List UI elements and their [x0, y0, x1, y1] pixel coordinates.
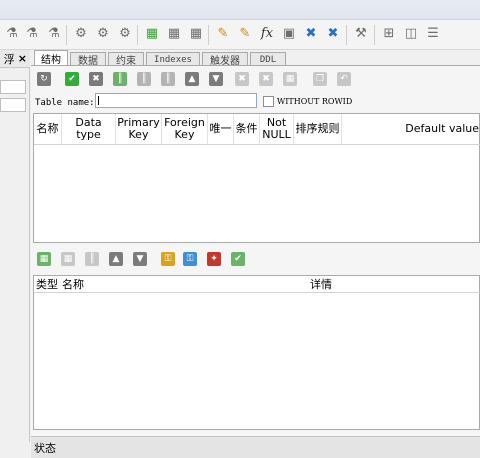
link-icon[interactable]: ⚗ [23, 25, 41, 43]
tab-indexes[interactable]: Indexes [146, 52, 200, 66]
status-bar: 状态 [31, 436, 480, 458]
table-name-input[interactable] [95, 93, 257, 108]
without-rowid-checkbox[interactable] [263, 96, 274, 107]
copy-icon[interactable]: ❐ [313, 72, 327, 86]
expand-icon[interactable]: ✖ [302, 25, 320, 43]
columns-grid[interactable]: 名称 Data type Primary Key Foreign Key 唯一 … [33, 113, 480, 243]
toolbar-separator [66, 25, 67, 45]
column-header[interactable]: Primary Key [116, 114, 162, 144]
edit-constraint-icon[interactable]: ▦ [61, 252, 75, 266]
left-panel-field[interactable] [0, 98, 26, 112]
gear-icon[interactable]: ⚙ [94, 25, 112, 43]
column-header[interactable]: 排序规则 [294, 114, 342, 144]
link-icon[interactable]: ⚗ [3, 25, 21, 43]
grid-icon[interactable]: ☰ [424, 25, 442, 43]
gear-icon[interactable]: ⚙ [72, 25, 90, 43]
delete-column-icon[interactable]: ║ [161, 72, 175, 86]
text-caret [98, 96, 99, 105]
table-editor: 结构 数据 约束 Indexes 触发器 DDL ↻ ✔ ✖ ║ ║ ║ ▲ ▼… [31, 50, 480, 458]
commit-icon[interactable]: ✔ [65, 72, 79, 86]
refresh-icon[interactable]: ↻ [37, 72, 51, 86]
function-icon[interactable]: fx [258, 25, 276, 43]
column-header[interactable]: Not NULL [260, 114, 294, 144]
left-dock-panel: 浮 × [0, 50, 30, 442]
main-toolbar: ⚗ ⚗ ⚗ ⚙ ⚙ ⚙ ▦ ▦ ▦ ✎ ✎ fx ▣ ✖ ✖ ⚒ ⊞ ◫ ☰ [0, 20, 480, 50]
tab-ddl[interactable]: DDL [250, 52, 286, 66]
primary-key-icon[interactable]: ⚿ [161, 252, 175, 266]
title-bar [0, 0, 480, 20]
toolbar-separator [208, 25, 209, 45]
unique-icon[interactable]: ✦ [207, 252, 221, 266]
column-header[interactable]: Default value [342, 114, 480, 144]
column-header[interactable]: Foreign Key [162, 114, 208, 144]
editor-tabs: 结构 数据 约束 Indexes 触发器 DDL [31, 50, 480, 67]
rollback-icon[interactable]: ✖ [89, 72, 103, 86]
expand-icon[interactable]: ✖ [324, 25, 342, 43]
column-header[interactable]: 条件 [234, 114, 260, 144]
link-icon[interactable]: ⚗ [45, 25, 63, 43]
without-rowid-label: WITHOUT ROWID [277, 97, 353, 106]
close-icon[interactable]: × [18, 52, 27, 65]
expand-icon[interactable]: ✖ [235, 72, 249, 86]
move-up-icon[interactable]: ▲ [185, 72, 199, 86]
expand-icon[interactable]: ✖ [259, 72, 273, 86]
header-divider [34, 292, 480, 293]
table-icon[interactable]: ▦ [187, 25, 205, 43]
foreign-key-icon[interactable]: ⚿ [183, 252, 197, 266]
undo-icon[interactable]: ↶ [337, 72, 351, 86]
wrench-icon[interactable]: ⚒ [352, 25, 370, 43]
left-panel-field[interactable] [0, 80, 26, 94]
constraints-grid[interactable]: 类型 名称 详情 [33, 275, 480, 430]
edit-column-icon[interactable]: ║ [137, 72, 151, 86]
grid-icon[interactable]: ⊞ [380, 25, 398, 43]
tab-constraints[interactable]: 约束 [108, 52, 144, 67]
table-name-label: Table name: [35, 98, 95, 108]
id-card-icon[interactable]: ▣ [280, 25, 298, 43]
column-header[interactable]: 名称 [62, 276, 84, 292]
edit-icon[interactable]: ✎ [214, 25, 232, 43]
header-divider [34, 144, 480, 145]
grid-icon[interactable]: ◫ [402, 25, 420, 43]
toolbar-separator [137, 25, 138, 45]
tab-triggers[interactable]: 触发器 [202, 52, 248, 67]
check-icon[interactable]: ✔ [231, 252, 245, 266]
table-icon[interactable]: ▦ [283, 72, 297, 86]
move-down-icon[interactable]: ▼ [209, 72, 223, 86]
table-add-icon[interactable]: ▦ [143, 25, 161, 43]
tab-structure[interactable]: 结构 [34, 50, 68, 66]
toolbar-separator [374, 25, 375, 45]
move-down-icon[interactable]: ▼ [133, 252, 147, 266]
left-panel-tab-label: 浮 [3, 52, 15, 66]
table-icon[interactable]: ▦ [165, 25, 183, 43]
add-column-icon[interactable]: ║ [113, 72, 127, 86]
gear-icon[interactable]: ⚙ [116, 25, 134, 43]
delete-constraint-icon[interactable]: ║ [85, 252, 99, 266]
left-panel-tab[interactable]: 浮 × [0, 50, 30, 68]
add-constraint-icon[interactable]: ▦ [37, 252, 51, 266]
column-header[interactable]: Data type [62, 114, 116, 144]
column-header[interactable]: 唯一 [208, 114, 234, 144]
column-header[interactable]: 详情 [310, 276, 332, 292]
tab-data[interactable]: 数据 [70, 52, 106, 67]
move-up-icon[interactable]: ▲ [109, 252, 123, 266]
column-header[interactable]: 名称 [34, 114, 62, 144]
structure-pane: ↻ ✔ ✖ ║ ║ ║ ▲ ▼ ✖ ✖ ▦ ❐ ↶ Table name: WI… [31, 66, 480, 458]
toolbar-separator [346, 25, 347, 45]
column-header[interactable]: 类型 [36, 276, 58, 292]
edit-icon[interactable]: ✎ [236, 25, 254, 43]
